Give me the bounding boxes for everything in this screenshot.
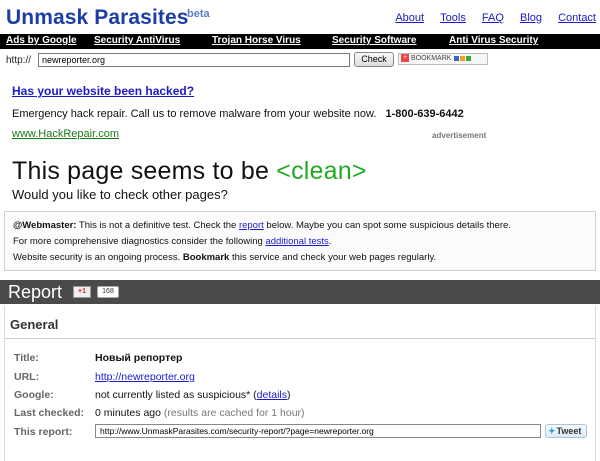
url-label: URL: (14, 371, 40, 383)
google-label: Google: (14, 389, 54, 401)
nav-contact[interactable]: Contact (558, 12, 596, 24)
webmaster-label: @Webmaster: (13, 220, 77, 231)
title-label: Title: (14, 352, 39, 364)
ads-by-google-link[interactable]: Ads by Google (6, 35, 77, 46)
google-plus-one-button[interactable]: +1 (73, 286, 91, 298)
bookmark-label: BOOKMARK (411, 55, 452, 62)
result-title: This page seems to be <clean> (12, 157, 367, 186)
ad-url-link[interactable]: www.HackRepair.com (12, 128, 119, 140)
bookmark-emphasis: Bookmark (182, 252, 230, 263)
url-value: http://newreporter.org (95, 371, 195, 383)
ad-bar: Ads by Google Security AntiVirus Trojan … (0, 34, 600, 49)
google-status-end: ) (287, 389, 291, 401)
report-header: Report +1 168 (0, 280, 600, 304)
bookmark-plus-icon: + (401, 54, 409, 63)
ad-link-security-antivirus[interactable]: Security AntiVirus (94, 35, 180, 46)
webmaster-text: Website security is an ongoing process. (13, 252, 183, 263)
nav-faq[interactable]: FAQ (482, 12, 504, 24)
ad-text: Emergency hack repair. Call us to remove… (12, 108, 464, 120)
share-icon (454, 55, 460, 61)
general-heading: General (10, 317, 59, 332)
title-value: Новый репортер (95, 352, 183, 364)
additional-tests-link[interactable]: additional tests (265, 236, 328, 247)
share-icon (460, 55, 466, 61)
ad-body: Emergency hack repair. Call us to remove… (12, 108, 377, 120)
tweet-label: Tweet (556, 426, 582, 436)
webmaster-line-1: @Webmaster: This is not a definitive tes… (13, 220, 511, 231)
result-title-prefix: This page seems to be (12, 157, 277, 185)
webmaster-text: This is not a definitive test. Check the (76, 220, 239, 231)
result-status: <clean> (276, 157, 367, 185)
url-prefix-label: http:// (6, 55, 32, 66)
webmaster-line-2: For more comprehensive diagnostics consi… (13, 236, 331, 247)
webmaster-text: below. Maybe you can spot some suspiciou… (263, 220, 511, 231)
bookmark-button[interactable]: + BOOKMARK (398, 53, 488, 65)
webmaster-text: For more comprehensive diagnostics consi… (13, 236, 266, 247)
google-value: not currently listed as suspicious* (det… (95, 389, 291, 401)
ad-link-security-software[interactable]: Security Software (332, 35, 416, 46)
top-nav: About Tools FAQ Blog Contact (382, 12, 596, 24)
nav-blog[interactable]: Blog (520, 12, 542, 24)
report-title: Report (8, 282, 63, 302)
details-link[interactable]: details (257, 389, 287, 401)
site-title[interactable]: Unmask Parasites (6, 6, 189, 30)
report-url-field[interactable] (95, 424, 541, 438)
advertisement-label: advertisement (432, 131, 487, 140)
webmaster-notice: @Webmaster: This is not a definitive tes… (4, 211, 596, 271)
ad-headline-link[interactable]: Has your website been hacked? (12, 84, 194, 98)
share-icon (466, 55, 472, 61)
google-plus-count: 168 (97, 286, 119, 298)
twitter-bird-icon: ✦ (548, 426, 556, 436)
tweet-button[interactable]: ✦Tweet (545, 424, 587, 438)
last-checked-label: Last checked: (14, 407, 85, 419)
ad-phone: 1-800-639-6442 (385, 108, 464, 120)
cache-note: (results are cached for 1 hour) (160, 407, 305, 419)
this-report-label: This report: (14, 426, 73, 438)
google-status: not currently listed as suspicious* ( (95, 389, 257, 401)
webmaster-line-3: Website security is an ongoing process. … (13, 252, 436, 263)
ad-link-anti-virus-security[interactable]: Anti Virus Security (449, 35, 538, 46)
result-subtitle: Would you like to check other pages? (12, 187, 228, 202)
url-value-link[interactable]: http://newreporter.org (95, 371, 195, 383)
checked-time: 0 minutes ago (95, 407, 161, 419)
general-section: General Title: Новый репортер URL: http:… (4, 306, 596, 461)
section-divider (5, 338, 595, 339)
beta-badge: beta (187, 8, 210, 20)
report-link[interactable]: report (239, 220, 264, 231)
webmaster-text: . (328, 236, 332, 247)
nav-about[interactable]: About (395, 12, 424, 24)
nav-tools[interactable]: Tools (440, 12, 466, 24)
webmaster-text: this service and check your web pages re… (229, 252, 437, 263)
url-input[interactable] (38, 53, 350, 67)
ad-link-trojan-horse-virus[interactable]: Trojan Horse Virus (212, 35, 301, 46)
last-checked-value: 0 minutes ago (results are cached for 1 … (95, 407, 305, 419)
check-button[interactable]: Check (354, 52, 394, 67)
